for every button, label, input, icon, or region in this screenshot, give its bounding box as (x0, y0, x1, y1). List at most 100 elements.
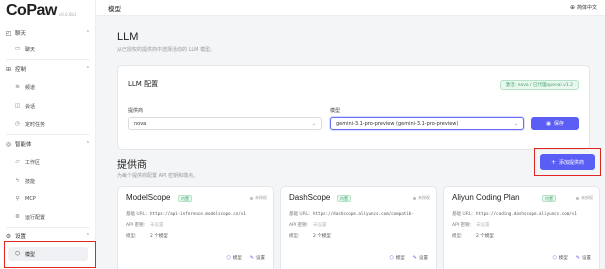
language-label: 简体中文 (576, 5, 597, 11)
page-description: 从已授权的提供商中选择活动的 LLM 模型。 (117, 47, 216, 53)
sidebar-item-runtime-config[interactable]: ⚙ 运行配置 (8, 210, 88, 224)
provider-actions: ⬡ 模型 ✎ 设置 (218, 255, 265, 261)
settings-action-label: 设置 (582, 256, 591, 261)
cube-icon: ⬡ (552, 255, 557, 261)
provider-actions: ⬡ 模型 ✎ 设置 (381, 255, 428, 261)
provider-select[interactable]: nova ⌄ (128, 117, 322, 130)
sidebar-item-label: 技能 (25, 178, 36, 185)
llm-config-card: LLM 配置 激活: nova / 已代理openai v1.2 提供商 nov… (117, 65, 590, 150)
nav-group-chat[interactable]: ◰ 聊天 ⌃ (0, 26, 96, 40)
provider-actions: ⬡ 模型 ✎ 设置 (544, 255, 591, 261)
nav-group-label: 设置 (15, 234, 27, 240)
settings-action-label: 设置 (256, 256, 265, 261)
divider (6, 59, 90, 60)
api-key-row: API 密钥: 未设置 (289, 222, 433, 228)
control-icon: ⊞ (5, 65, 12, 73)
cube-icon: ⬡ (389, 255, 394, 261)
add-provider-button[interactable]: + 添加提供商 (540, 154, 595, 170)
chevron-up-icon: ⌃ (85, 30, 90, 36)
add-provider-label: 添加提供商 (559, 159, 585, 166)
sidebar-item-chat[interactable]: ▭ 聊天 (8, 42, 88, 56)
auth-status: 未授权 (576, 195, 593, 201)
gear-icon: ⚙ (15, 214, 20, 220)
app-root: CoPaw v0.0.6b1 ◰ 聊天 ⌃ ▭ 聊天 ⊞ 控制 ⌃ ≋ 频道 ◫… (0, 0, 605, 269)
sidebar-item-sessions[interactable]: ◫ 会话 (8, 99, 88, 113)
nav-group-label: 聊天 (15, 31, 27, 37)
logo: CoPaw v0.0.6b1 (6, 2, 76, 20)
main-content: LLM 从已授权的提供商中选择活动的 LLM 模型。 LLM 配置 激活: no… (96, 16, 605, 269)
model-label: 模型 (330, 108, 341, 114)
providers-description: 为每个提供商配置 API 密钥和端点。 (117, 173, 199, 179)
plus-icon: + (550, 158, 556, 166)
sidebar-item-scheduled-tasks[interactable]: ◷ 定时任务 (8, 117, 88, 131)
sidebar-item-label: 工作区 (25, 159, 41, 166)
nav-group-control[interactable]: ⊞ 控制 ⌃ (0, 62, 96, 76)
model-select[interactable]: gemini-3.1-pro-preview (gemini-3.1-pro-p… (330, 117, 524, 130)
save-label: 保存 (553, 121, 564, 127)
bolt-icon: ϟ (15, 178, 20, 184)
edit-icon: ✎ (575, 255, 580, 261)
auth-status: 未授权 (250, 195, 267, 201)
chevron-up-icon: ⌃ (85, 233, 90, 239)
models-row: 模型: 2 个模型 (452, 233, 596, 239)
models-action[interactable]: ⬡ 模型 (552, 255, 567, 261)
base-url-value: https://coding.dashscope.aliyuncs.com/v1 (476, 211, 577, 216)
chat-bubble-icon: ▭ (14, 46, 21, 52)
app-version: v0.0.6b1 (58, 12, 77, 17)
sidebar-item-mcp[interactable]: ⚲ MCP (8, 192, 88, 206)
sidebar-item-label: 定时任务 (25, 121, 46, 128)
sidebar: CoPaw v0.0.6b1 ◰ 聊天 ⌃ ▭ 聊天 ⊞ 控制 ⌃ ≋ 频道 ◫… (0, 0, 96, 269)
nav-group-settings[interactable]: ⚙ 设置 ⌃ (0, 229, 96, 243)
api-key-value: 未设置 (476, 223, 490, 228)
sidebar-item-skills[interactable]: ϟ 技能 (8, 174, 88, 188)
status-label: 未授权 (418, 195, 430, 200)
base-url-row: 基础 URL: https://coding.dashscope.aliyuncs… (452, 211, 596, 217)
divider (6, 134, 90, 135)
settings-action[interactable]: ✎ 设置 (413, 255, 428, 261)
builtin-tag: 内置 (337, 195, 351, 202)
models-action[interactable]: ⬡ 模型 (226, 255, 241, 261)
language-switcher[interactable]: ⊕ 简体中文 (570, 4, 597, 11)
settings-icon: ⚙ (5, 232, 12, 240)
status-dot (413, 196, 416, 200)
provider-card-modelscope[interactable]: ModelScope 内置 未授权 基础 URL: https://api-inf… (117, 186, 274, 269)
providers-title: 提供商 (117, 160, 147, 171)
models-action-label: 模型 (558, 256, 568, 261)
sidebar-item-workspace[interactable]: ▱ 工作区 (8, 155, 88, 169)
models-count: 2 个模型 (313, 234, 331, 239)
auth-status: 未授权 (413, 195, 430, 201)
nav-group-agent[interactable]: ◎ 智能体 ⌃ (0, 137, 96, 151)
models-count: 2 个模型 (476, 234, 494, 239)
settings-action[interactable]: ✎ 设置 (250, 255, 265, 261)
globe-icon: ⊕ (569, 4, 575, 11)
chevron-down-icon: ⌄ (311, 120, 316, 127)
chevron-up-icon: ⌃ (85, 66, 90, 72)
chevron-up-icon: ⌃ (85, 141, 90, 147)
topbar: 模型 ⊕ 简体中文 (96, 0, 605, 16)
wifi-icon: ≋ (15, 84, 20, 90)
models-label: 模型: (289, 234, 300, 239)
settings-action-label: 设置 (419, 256, 428, 261)
page-title: LLM (117, 31, 139, 43)
sidebar-item-channels[interactable]: ≋ 频道 (8, 80, 88, 94)
provider-label: 提供商 (128, 108, 144, 114)
provider-name: ModelScope (126, 193, 171, 202)
status-label: 未授权 (581, 195, 593, 200)
clock-icon: ◷ (15, 121, 20, 127)
api-key-label: API 密钥: (452, 223, 472, 228)
save-button[interactable]: ▣ 保存 (531, 117, 579, 130)
api-key-value: 未设置 (313, 223, 327, 228)
sidebar-item-label: MCP (25, 196, 36, 202)
folder-icon: ▱ (15, 159, 20, 165)
models-action-label: 模型 (232, 256, 242, 261)
model-value: gemini-3.1-pro-preview (gemini-3.1-pro-p… (336, 120, 459, 127)
provider-card-dashscope[interactable]: DashScope 内置 未授权 基础 URL: https://dashscop… (280, 186, 437, 269)
settings-action[interactable]: ✎ 设置 (576, 255, 591, 261)
models-action[interactable]: ⬡ 模型 (389, 255, 404, 261)
models-row: 模型: 2 个模型 (289, 233, 433, 239)
provider-card-aliyun-coding-plan[interactable]: Aliyun Coding Plan 内置 未授权 基础 URL: https:/… (443, 186, 600, 269)
status-dot (250, 196, 253, 200)
sidebar-item-models[interactable]: ⬡ 模型 (8, 247, 88, 261)
sidebar-item-label: 会话 (25, 103, 36, 110)
chat-icon: ◰ (5, 29, 12, 37)
